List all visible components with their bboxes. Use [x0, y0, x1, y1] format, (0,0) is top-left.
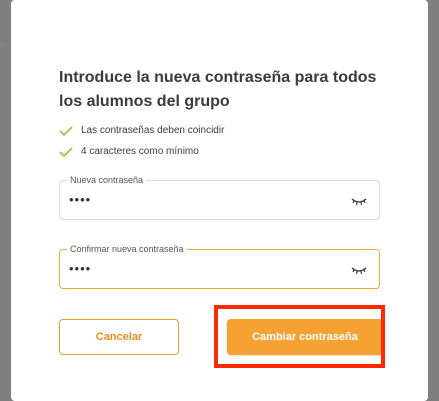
rule-passwords-match: Las contraseñas deben coincidir — [59, 125, 224, 136]
new-password-label: Nueva contraseña — [67, 174, 147, 186]
eye-closed-icon[interactable] — [351, 264, 367, 276]
rule-text: Las contraseñas deben coincidir — [81, 125, 225, 136]
check-icon — [59, 125, 73, 136]
new-password-value[interactable]: •••• — [69, 192, 91, 207]
check-icon — [59, 146, 73, 157]
cancel-button[interactable]: Cancelar — [59, 319, 179, 355]
rule-min-length: 4 caracteres como mínimo — [59, 146, 199, 157]
confirm-password-label: Confirmar nueva contraseña — [67, 243, 187, 255]
new-password-field[interactable]: Nueva contraseña •••• — [59, 174, 380, 220]
confirm-password-value[interactable]: •••• — [69, 261, 91, 276]
eye-closed-icon[interactable] — [351, 195, 367, 207]
dialog-title: Introduce la nueva contraseña para todos… — [59, 69, 377, 110]
backdrop-fragment: o — [0, 40, 6, 51]
rule-text: 4 caracteres como mínimo — [81, 146, 199, 157]
change-password-dialog: Introduce la nueva contraseña para todos… — [11, 0, 428, 401]
confirm-password-field[interactable]: Confirmar nueva contraseña •••• — [59, 243, 380, 289]
highlight-box — [214, 305, 385, 368]
